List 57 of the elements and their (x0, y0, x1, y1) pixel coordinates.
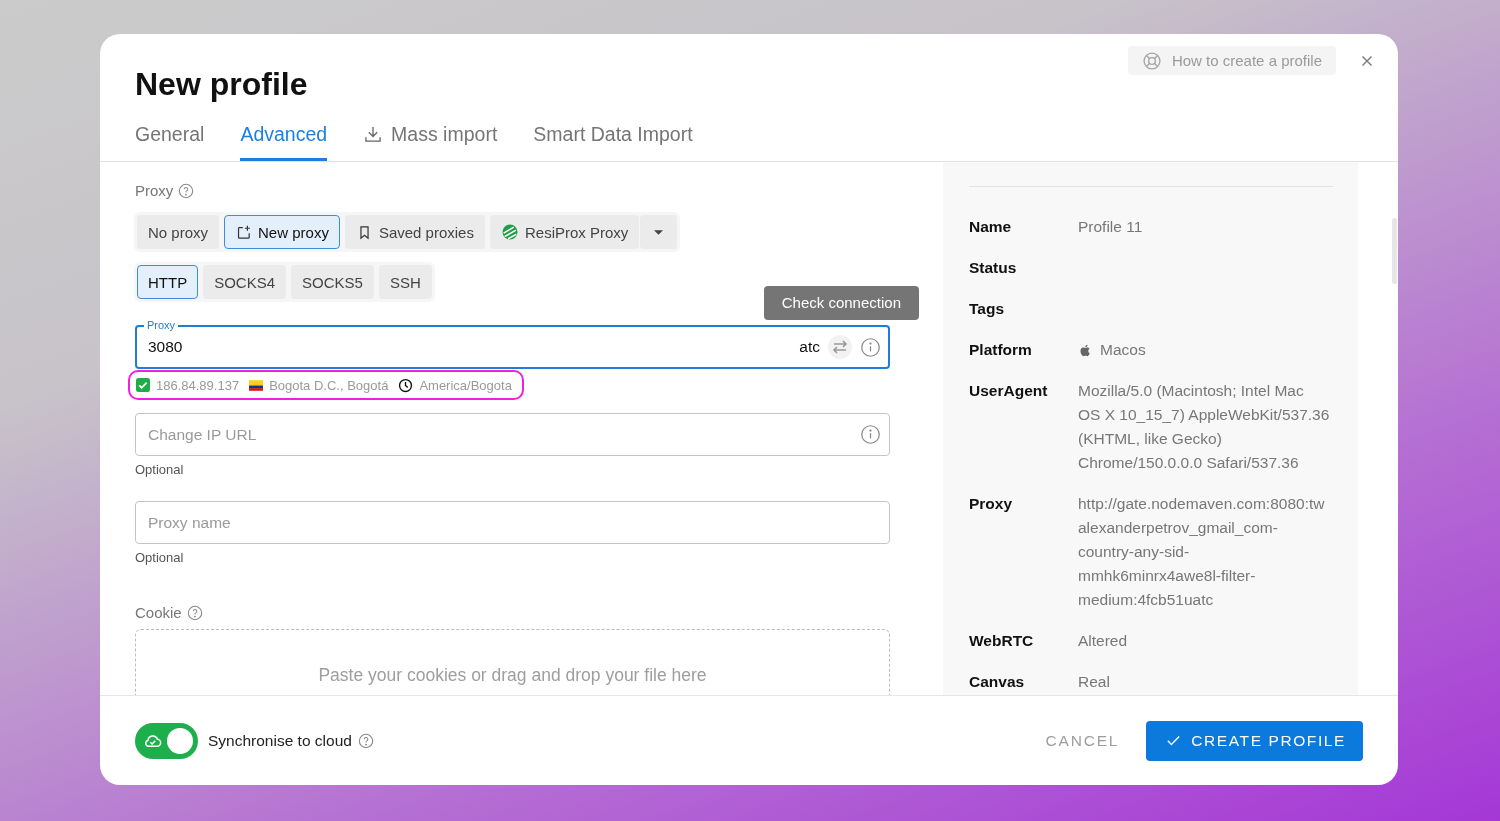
tab[interactable]: Mass import (363, 110, 498, 161)
striped-circle-icon (500, 223, 519, 241)
summary-label: Platform (969, 340, 1033, 360)
summary-value: Macos (1100, 340, 1146, 360)
summary-value: Mozilla/5.0 (Macintosh; Intel Mac OS X 10_15_7) AppleWebKit/537.36 (KHTML, like Gecko) Chrome/150.0.0.0 Safari/537.36 (1078, 381, 1330, 473)
summary-label: Proxy (969, 494, 1014, 514)
summary-value: Real (1078, 672, 1111, 692)
create-profile-button[interactable]: CREATE PROFILE (1146, 720, 1363, 761)
summary-value: Altered (1078, 631, 1129, 651)
tab[interactable]: Smart Data Import (533, 110, 693, 161)
sync-label: Synchronise to cloud (208, 731, 352, 750)
help-icon[interactable] (178, 183, 195, 199)
summary-label: Tags (969, 299, 1006, 319)
tooltip: Check connection (763, 286, 919, 320)
download-icon (363, 124, 384, 144)
proxy-option-button[interactable]: ResiProx Proxy (489, 215, 640, 249)
location-text: Bogota D.C., Bogotá (269, 377, 389, 393)
protocol-button[interactable]: HTTP (137, 265, 199, 299)
helper-text: Optional (135, 462, 184, 478)
helper-text: Optional (135, 550, 184, 566)
scrollbar-thumb[interactable] (1392, 218, 1397, 284)
add-window-icon (235, 223, 253, 241)
ip-address: 186.84.89.137 (156, 377, 240, 393)
dialog-title: New profile (135, 65, 308, 104)
tab[interactable]: Advanced (240, 110, 328, 161)
summary-label: UserAgent (969, 381, 1049, 401)
proxy-option-button[interactable]: New proxy (224, 215, 340, 249)
caret-icon (654, 229, 664, 235)
apple-icon (1078, 342, 1093, 358)
summary-label: Status (969, 258, 1018, 278)
help-icon[interactable] (357, 732, 374, 749)
sync-toggle[interactable] (135, 722, 198, 759)
summary-label: WebRTC (969, 631, 1035, 651)
summary-value: Profile 11 (1078, 217, 1144, 237)
protocol-button[interactable]: SOCKS5 (291, 265, 374, 299)
tab[interactable]: General (135, 110, 205, 161)
info-icon[interactable] (860, 424, 881, 445)
proxy-option-button[interactable]: Saved proxies (344, 215, 485, 249)
timezone-text: America/Bogota (419, 377, 512, 393)
protocol-button[interactable]: SSH (378, 265, 432, 299)
change-ip-url-field[interactable]: Change IP URL (135, 413, 890, 456)
info-icon[interactable] (860, 336, 881, 358)
field-label: Proxy (144, 319, 179, 331)
lifebuoy-icon (1141, 50, 1162, 71)
proxy-label: Proxy (135, 181, 174, 201)
clock-icon (398, 377, 414, 393)
proxy-name-field[interactable]: Proxy name (135, 501, 890, 544)
summary-label: Name (969, 217, 1013, 237)
proxy-option-button[interactable]: No proxy (137, 215, 220, 249)
protocol-button[interactable]: SOCKS4 (203, 265, 287, 299)
flag-icon (249, 379, 264, 391)
summary-value: http://gate.nodemaven.com:8080:twalexanderpetrov_gmail_com-country-any-sid-mmhk6minrx4awe8l-filter-medium:4fcb51uatc (1078, 494, 1326, 610)
field-value-text: atc (799, 338, 820, 356)
summary-label: Canvas (969, 672, 1026, 692)
help-icon[interactable] (186, 605, 203, 621)
swap-icon[interactable] (828, 335, 852, 359)
cookie-label: Cookie (135, 603, 182, 623)
